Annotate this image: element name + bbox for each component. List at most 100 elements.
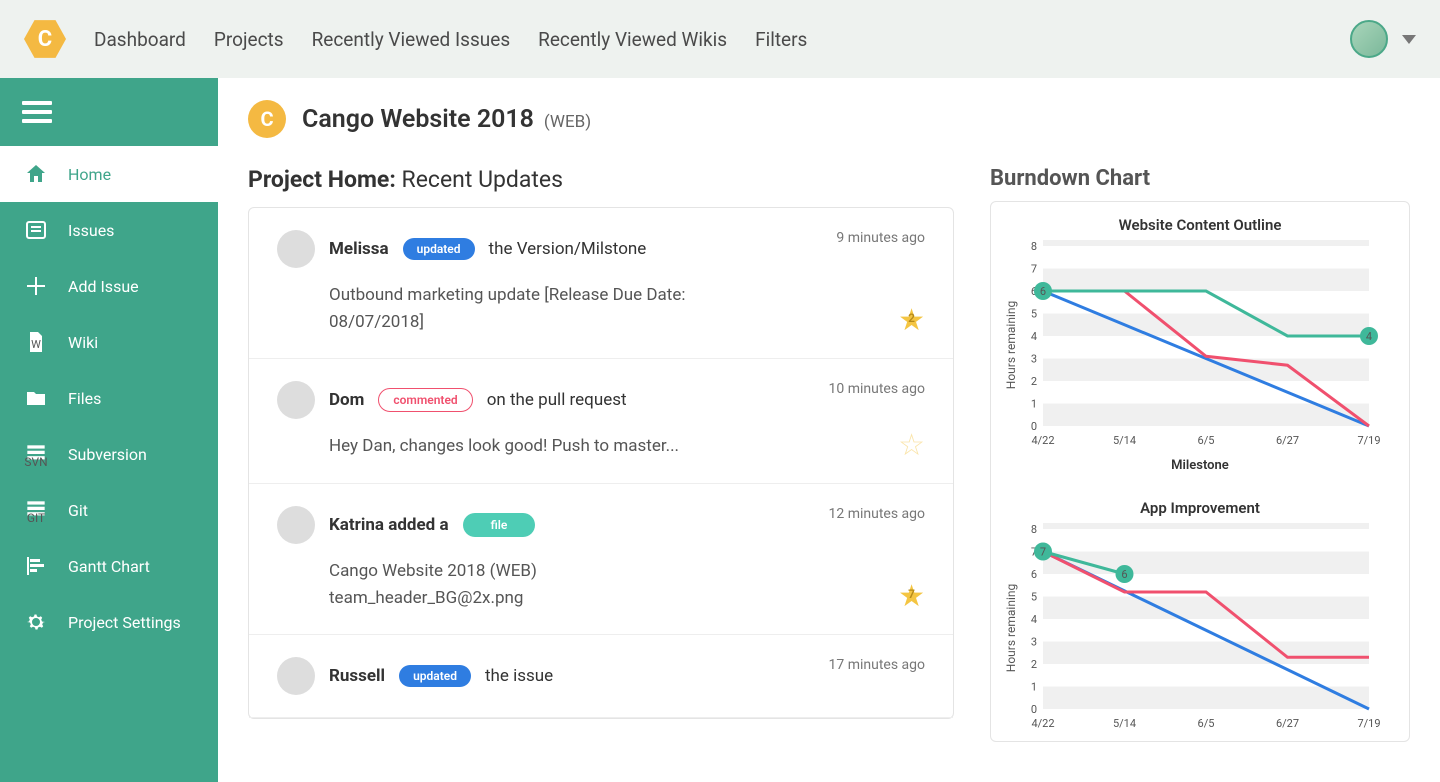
svg-text:5/14: 5/14 xyxy=(1113,717,1136,730)
svg-text:6/5: 6/5 xyxy=(1198,434,1215,447)
gantt-icon xyxy=(22,552,50,580)
badge-updated: updated xyxy=(399,665,471,687)
main-content: C Cango Website 2018 (WEB) Project Home:… xyxy=(218,78,1440,782)
project-logo: C xyxy=(248,100,286,138)
svn-icon: SVN xyxy=(22,440,50,468)
chevron-down-icon[interactable] xyxy=(1402,35,1416,44)
sidebar-item-home[interactable]: Home xyxy=(0,146,218,202)
svg-text:0: 0 xyxy=(1031,420,1037,433)
svg-text:GIT: GIT xyxy=(27,511,45,523)
updates-list: Melissa updated the Version/Milstone Out… xyxy=(248,207,954,719)
sidebar-item-subversion[interactable]: SVN Subversion xyxy=(0,426,218,482)
chart-xlabel: Milestone xyxy=(1001,458,1399,473)
sidebar-item-label: Subversion xyxy=(68,445,147,464)
svg-text:6: 6 xyxy=(1031,568,1037,581)
chart-subtitle: Website Content Outline xyxy=(1001,216,1399,234)
update-body: Outbound marketing update [Release Due D… xyxy=(329,282,749,336)
update-action: on the pull request xyxy=(487,390,627,410)
svg-text:W: W xyxy=(31,338,41,351)
svg-text:6: 6 xyxy=(1121,568,1127,581)
update-avatar xyxy=(277,381,315,419)
svg-text:4: 4 xyxy=(1031,613,1037,626)
user-avatar[interactable] xyxy=(1350,20,1388,58)
burndown-chart: 0123456784/225/146/56/277/19Hours remain… xyxy=(1001,240,1381,450)
list-icon xyxy=(22,216,50,244)
svg-text:6/5: 6/5 xyxy=(1198,717,1215,730)
project-header: C Cango Website 2018 (WEB) xyxy=(248,100,1410,138)
svg-text:Hours remaining: Hours remaining xyxy=(1004,301,1018,389)
svg-text:2: 2 xyxy=(1031,658,1037,671)
sidebar-item-label: Git xyxy=(68,501,88,520)
svg-text:5: 5 xyxy=(1031,591,1037,604)
svg-text:3: 3 xyxy=(1031,636,1037,649)
svg-text:SVN: SVN xyxy=(24,455,47,467)
nav-projects[interactable]: Projects xyxy=(214,28,284,51)
sidebar-item-git[interactable]: GIT Git xyxy=(0,482,218,538)
plus-icon xyxy=(22,272,50,300)
sidebar-item-label: Project Settings xyxy=(68,613,181,632)
hamburger-icon[interactable] xyxy=(0,78,218,146)
nav-dashboard[interactable]: Dashboard xyxy=(94,28,186,51)
sidebar-item-label: Issues xyxy=(68,221,114,240)
sidebar-item-label: Add Issue xyxy=(68,277,139,296)
section-title: Project Home: Recent Updates xyxy=(248,166,954,193)
update-action: the Version/Milstone xyxy=(489,239,647,259)
svg-text:3: 3 xyxy=(1031,353,1037,366)
svg-text:4: 4 xyxy=(1366,330,1372,343)
sidebar-item-project-settings[interactable]: Project Settings xyxy=(0,594,218,650)
update-avatar xyxy=(277,230,315,268)
sidebar-item-label: Home xyxy=(68,165,111,184)
svg-text:7: 7 xyxy=(1040,546,1046,559)
nav-recent-issues[interactable]: Recently Viewed Issues xyxy=(312,28,511,51)
update-row[interactable]: Dom commented on the pull request Hey Da… xyxy=(249,359,953,483)
sidebar-item-issues[interactable]: Issues xyxy=(0,202,218,258)
svg-text:8: 8 xyxy=(1031,240,1037,253)
update-user: Russell xyxy=(329,666,385,686)
chart-subtitle: App Improvement xyxy=(1001,499,1399,517)
star-icon[interactable]: ★2 xyxy=(898,303,925,338)
update-user: Katrina added a xyxy=(329,515,449,535)
update-row[interactable]: Russell updated the issue 17 minutes ago xyxy=(249,635,953,718)
sidebar-item-label: Wiki xyxy=(68,333,98,352)
update-row[interactable]: Melissa updated the Version/Milstone Out… xyxy=(249,208,953,359)
gear-icon xyxy=(22,608,50,636)
svg-text:7/19: 7/19 xyxy=(1357,717,1380,730)
app-logo[interactable]: C xyxy=(24,18,66,60)
svg-text:6/27: 6/27 xyxy=(1276,717,1299,730)
update-body: Hey Dan, changes look good! Push to mast… xyxy=(329,433,749,460)
update-row[interactable]: Katrina added a file Cango Website 2018 … xyxy=(249,484,953,635)
update-body: Cango Website 2018 (WEB)team_header_BG@2… xyxy=(329,558,749,612)
svg-text:7: 7 xyxy=(1031,263,1037,276)
badge-file: file xyxy=(463,513,536,537)
update-user: Melissa xyxy=(329,239,389,259)
sidebar-item-label: Files xyxy=(68,389,101,408)
svg-text:0: 0 xyxy=(1031,703,1037,716)
svg-text:5: 5 xyxy=(1031,308,1037,321)
nav-filters[interactable]: Filters xyxy=(755,28,807,51)
badge-commented: commented xyxy=(378,388,472,412)
sidebar-item-files[interactable]: Files xyxy=(0,370,218,426)
folder-icon xyxy=(22,384,50,412)
sidebar: Home Issues Add Issue W Wiki Files SVN Subversi… xyxy=(0,78,218,782)
sidebar-item-add-issue[interactable]: Add Issue xyxy=(0,258,218,314)
update-avatar xyxy=(277,657,315,695)
svg-text:6/27: 6/27 xyxy=(1276,434,1299,447)
svg-text:8: 8 xyxy=(1031,523,1037,536)
nav-recent-wikis[interactable]: Recently Viewed Wikis xyxy=(538,28,727,51)
project-code: (WEB) xyxy=(544,112,591,132)
svg-text:Hours remaining: Hours remaining xyxy=(1004,584,1018,672)
git-icon: GIT xyxy=(22,496,50,524)
star-icon[interactable]: ☆ xyxy=(898,428,925,463)
update-timestamp: 12 minutes ago xyxy=(828,506,925,522)
badge-updated: updated xyxy=(403,238,475,260)
update-action: the issue xyxy=(485,666,553,686)
svg-text:7/19: 7/19 xyxy=(1357,434,1380,447)
update-timestamp: 9 minutes ago xyxy=(836,230,925,246)
svg-text:1: 1 xyxy=(1031,681,1037,694)
update-timestamp: 10 minutes ago xyxy=(828,381,925,397)
top-nav: C Dashboard Projects Recently Viewed Iss… xyxy=(0,0,1440,78)
sidebar-item-wiki[interactable]: W Wiki xyxy=(0,314,218,370)
sidebar-item-gantt-chart[interactable]: Gantt Chart xyxy=(0,538,218,594)
svg-text:1: 1 xyxy=(1031,398,1037,411)
star-icon[interactable]: ★7 xyxy=(898,579,925,614)
